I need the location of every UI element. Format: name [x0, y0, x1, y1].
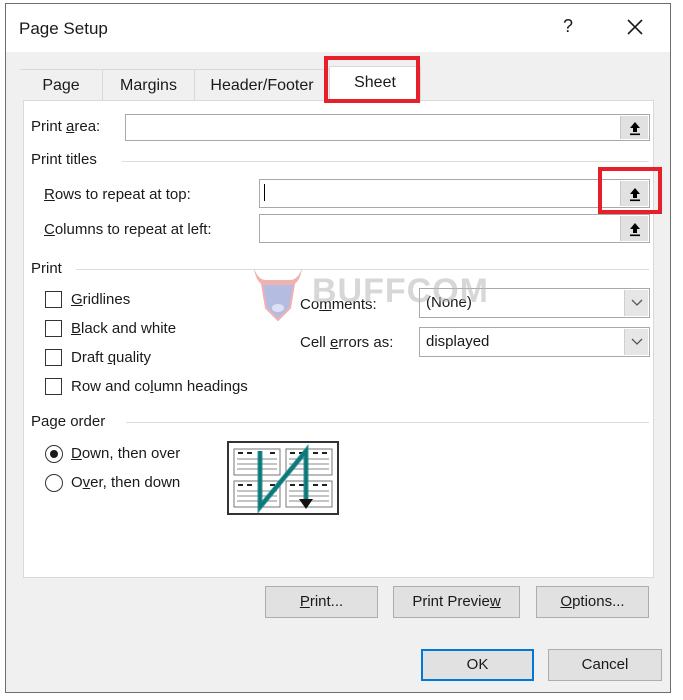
print-button-main[interactable]: Print...: [265, 586, 378, 618]
cell-errors-label: Cell errors as:: [300, 334, 394, 351]
draft-quality-checkbox[interactable]: [45, 349, 62, 366]
close-button[interactable]: [620, 12, 650, 42]
columns-to-repeat-collapse-button[interactable]: [620, 216, 648, 241]
over-then-down-label[interactable]: Over, then down: [71, 474, 180, 491]
down-then-over-radio[interactable]: [45, 445, 63, 463]
gridlines-label[interactable]: Gridlines: [71, 291, 130, 308]
black-and-white-checkbox[interactable]: [45, 320, 62, 337]
rows-to-repeat-collapse-button[interactable]: [620, 181, 648, 206]
cancel-button[interactable]: Cancel: [548, 649, 662, 681]
text-cursor: [264, 184, 265, 201]
print-divider: [76, 269, 649, 270]
print-heading: Print: [31, 260, 62, 277]
tab-sheet[interactable]: Sheet: [329, 66, 421, 102]
print-titles-heading: Print titles: [31, 151, 97, 168]
columns-to-repeat-label: Columns to repeat at left:: [44, 221, 212, 238]
print-preview-button[interactable]: Print Preview: [393, 586, 520, 618]
print-area-collapse-button[interactable]: [620, 116, 648, 139]
comments-label: Comments:: [300, 296, 377, 313]
cell-errors-value: displayed: [426, 333, 490, 350]
collapse-dialog-icon: [629, 222, 640, 236]
collapse-dialog-icon: [629, 187, 640, 201]
row-column-headings-label[interactable]: Row and column headings: [71, 378, 248, 395]
print-area-input[interactable]: [125, 114, 650, 141]
options-button[interactable]: Options...: [536, 586, 649, 618]
cell-errors-select[interactable]: displayed: [419, 327, 650, 357]
ok-button[interactable]: OK: [421, 649, 534, 681]
columns-to-repeat-input[interactable]: [259, 214, 650, 243]
sheet-panel: Print area: Print titles Rows to repeat …: [23, 100, 654, 578]
print-titles-divider: [122, 161, 649, 162]
down-then-over-label[interactable]: Down, then over: [71, 445, 180, 462]
tab-header-footer[interactable]: Header/Footer: [194, 69, 329, 101]
help-button[interactable]: ?: [558, 16, 578, 37]
page-setup-dialog: Page Setup ? Page Margins Header/Footer …: [5, 3, 671, 693]
comments-select[interactable]: (None): [419, 288, 650, 318]
row-column-headings-checkbox[interactable]: [45, 378, 62, 395]
gridlines-checkbox[interactable]: [45, 291, 62, 308]
collapse-dialog-icon: [629, 121, 640, 135]
page-order-divider: [126, 422, 649, 423]
print-area-label: Print area:: [31, 118, 101, 135]
close-icon: [627, 19, 643, 35]
page-order-diagram: [227, 441, 339, 515]
chevron-down-icon[interactable]: [624, 329, 648, 355]
title-bar: Page Setup ?: [6, 4, 670, 52]
comments-value: (None): [426, 294, 472, 311]
rows-to-repeat-label: Rows to repeat at top:: [44, 186, 191, 203]
tab-page[interactable]: Page: [20, 69, 102, 101]
black-and-white-label[interactable]: Black and white: [71, 320, 176, 337]
draft-quality-label[interactable]: Draft quality: [71, 349, 151, 366]
page-order-heading: Page order: [31, 413, 106, 430]
tab-margins[interactable]: Margins: [102, 69, 194, 101]
dialog-title: Page Setup: [19, 19, 108, 38]
over-then-down-radio[interactable]: [45, 474, 63, 492]
chevron-down-icon[interactable]: [624, 290, 648, 316]
page-order-diagram-icon: [233, 444, 333, 514]
rows-to-repeat-input[interactable]: [259, 179, 650, 208]
